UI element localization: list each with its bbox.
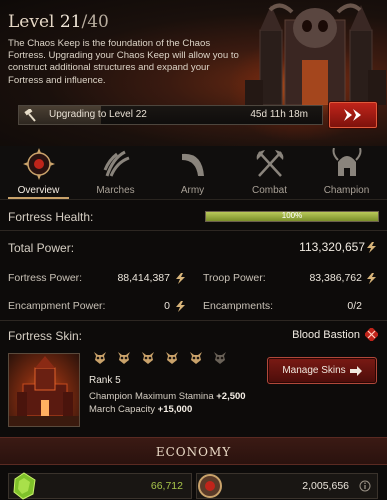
- economy-title: ECONOMY: [155, 445, 232, 459]
- tab-combat[interactable]: Combat: [231, 146, 308, 200]
- skull-rank-icon: [118, 352, 130, 364]
- power-bolt-icon: [176, 273, 185, 284]
- fortress-health-label: Fortress Health:: [8, 210, 94, 224]
- tab-army[interactable]: Army: [154, 146, 231, 200]
- power-bolt-icon: [367, 242, 376, 253]
- bonus-stamina-label: Champion Maximum Stamina: [89, 391, 214, 402]
- fortress-power-label: Fortress Power:: [8, 272, 83, 284]
- total-power-value: 113,320,657: [299, 240, 365, 254]
- warpstone-icon: [13, 472, 36, 500]
- troop-power-label: Troop Power:: [203, 272, 266, 284]
- bonus-march-value: +15,000: [157, 404, 193, 415]
- level-label: Level: [8, 12, 55, 32]
- skull-rank-icon: [166, 352, 178, 364]
- double-arrow-icon: [344, 109, 361, 121]
- keep-description: The Chaos Keep is the foundation of the …: [8, 38, 239, 86]
- total-power-label: Total Power:: [8, 241, 75, 255]
- speed-up-button[interactable]: [329, 102, 377, 128]
- tab-champion[interactable]: Champion: [308, 146, 385, 200]
- power-bolt-icon: [176, 301, 185, 312]
- tab-marches-label: Marches: [96, 185, 135, 196]
- bonus-stamina-value: +2,500: [216, 391, 246, 402]
- crossed-axes-icon: [256, 150, 284, 177]
- resource-coin-value: 2,005,656: [302, 480, 349, 492]
- upgrade-time-remaining: 45d 11h 18m: [250, 109, 308, 120]
- fortress-skin-thumbnail[interactable]: [8, 353, 80, 427]
- horn-icon: [182, 153, 204, 176]
- coin-icon: [198, 474, 222, 498]
- tab-bar: Overview Marches Army Combat Champion: [0, 146, 387, 200]
- encampments-label: Encampments:: [203, 300, 274, 312]
- fortress-health-percent: 100%: [281, 211, 303, 220]
- fortress-skin-name: Blood Bastion: [292, 329, 360, 341]
- upgrade-label: Upgrading to Level 22: [49, 109, 147, 120]
- troop-power-value: 83,386,762: [309, 272, 362, 284]
- encampments-value: 0/2: [347, 300, 362, 312]
- skin-bonus-march: March Capacity +15,000: [89, 404, 192, 415]
- bonus-march-label: March Capacity: [89, 404, 155, 415]
- skin-bonus-stamina: Champion Maximum Stamina +2,500: [89, 391, 246, 402]
- helmet-icon: [332, 148, 362, 176]
- encampment-power-value: 0: [164, 300, 170, 312]
- resource-coin[interactable]: 2,005,656: [196, 473, 378, 499]
- skin-rank: Rank 5: [89, 375, 121, 386]
- info-icon[interactable]: [359, 480, 371, 492]
- claw-icon: [103, 150, 130, 177]
- manage-skins-button[interactable]: Manage Skins: [267, 357, 377, 384]
- keep-level: Level 21/40: [8, 12, 109, 32]
- manage-skins-label: Manage Skins: [282, 365, 346, 376]
- skull-rank-icon: [94, 352, 106, 364]
- divider: [0, 320, 387, 321]
- resource-warpstone[interactable]: 66,712: [8, 472, 192, 500]
- tab-combat-label: Combat: [251, 185, 287, 196]
- power-bolt-icon: [367, 273, 376, 284]
- economy-header: ECONOMY: [0, 437, 387, 465]
- divider: [0, 230, 387, 231]
- eye-of-chaos-icon: [23, 148, 55, 180]
- tab-champion-label: Champion: [323, 185, 370, 196]
- tab-marches[interactable]: Marches: [77, 146, 154, 200]
- upgrade-progress-bar: Upgrading to Level 22 45d 11h 18m: [18, 105, 323, 125]
- skull-rank-icon: [142, 352, 154, 364]
- fortress-power-value: 88,414,387: [117, 272, 170, 284]
- chaos-keep-illustration: [245, 3, 386, 105]
- tab-army-label: Army: [180, 185, 205, 196]
- blood-bastion-image: [9, 356, 79, 426]
- arrow-right-icon: [349, 365, 362, 376]
- encampment-power-label: Encampment Power:: [8, 300, 106, 312]
- skull-rank-icon: [214, 352, 226, 364]
- tab-overview[interactable]: Overview: [0, 146, 77, 200]
- hammer-icon: [24, 109, 36, 122]
- fortress-skin-label: Fortress Skin:: [8, 329, 83, 343]
- red-sigil-icon: [365, 328, 378, 341]
- level-current: 21: [59, 12, 82, 32]
- skull-rank-icon: [190, 352, 202, 364]
- level-max: /40: [81, 12, 109, 32]
- tab-overview-label: Overview: [17, 185, 60, 196]
- fortress-health-bar: 100%: [205, 211, 379, 222]
- resource-warpstone-value: 66,712: [150, 480, 183, 492]
